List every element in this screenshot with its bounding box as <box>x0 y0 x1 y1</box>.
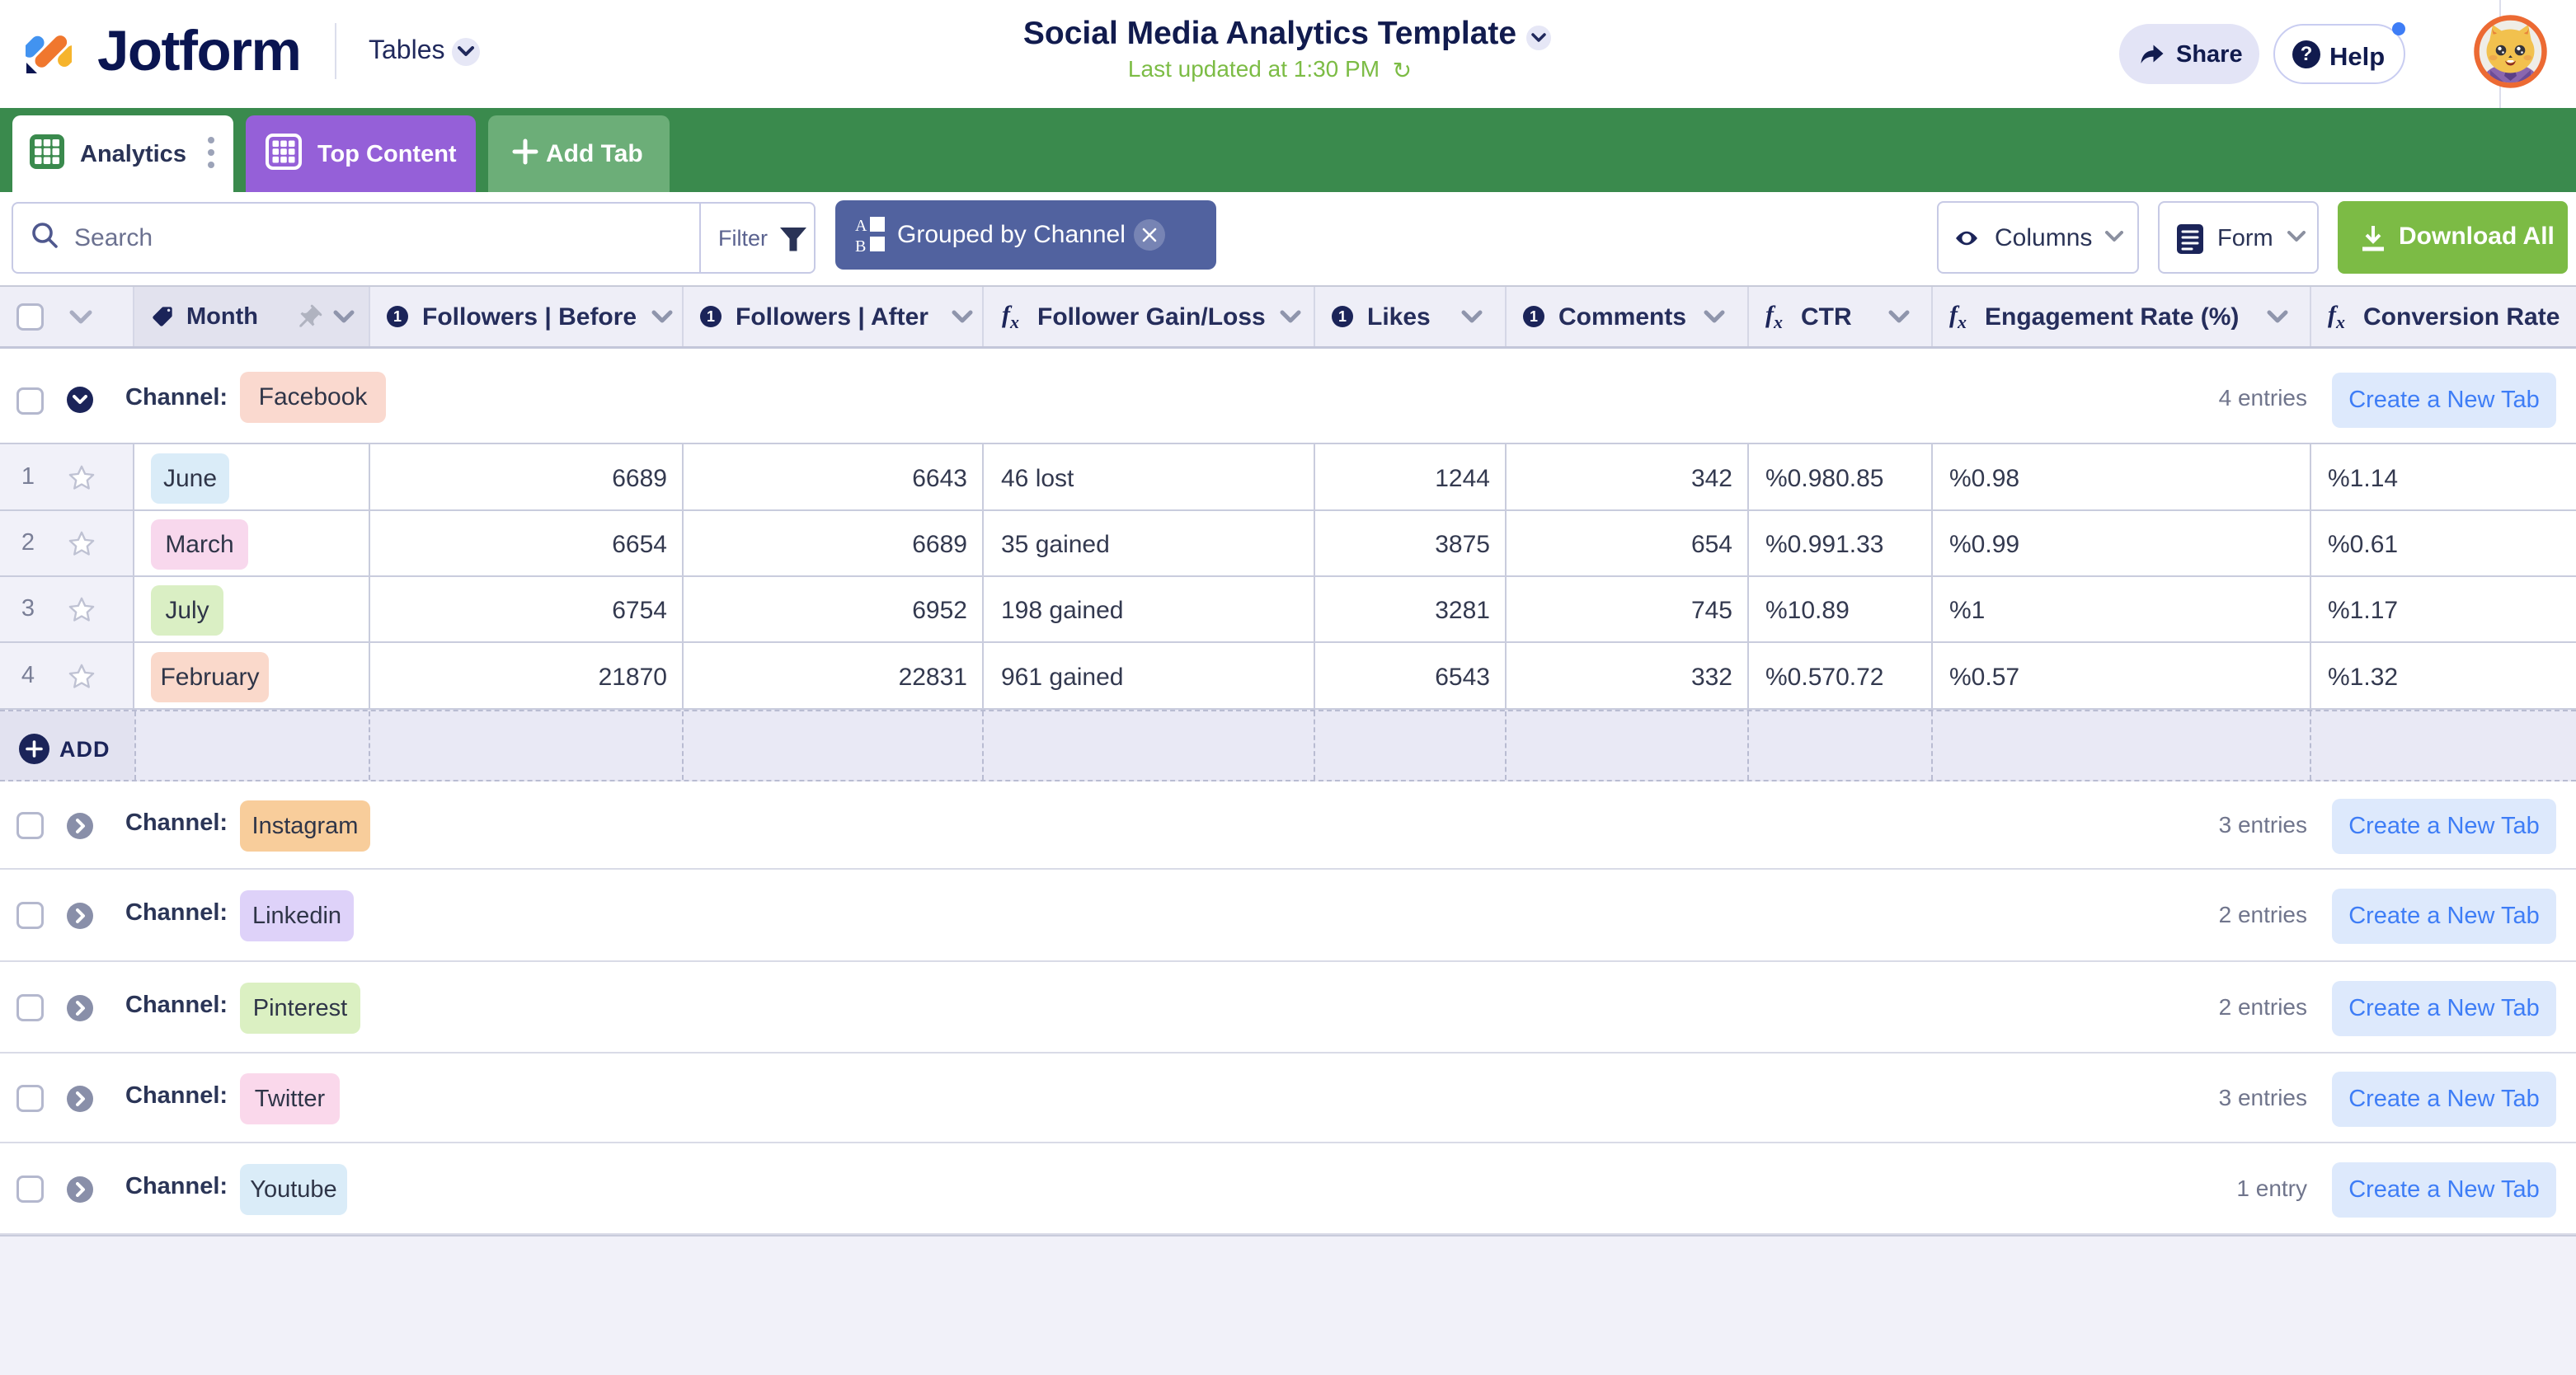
svg-text:B: B <box>855 237 866 255</box>
svg-text:A: A <box>855 217 867 235</box>
